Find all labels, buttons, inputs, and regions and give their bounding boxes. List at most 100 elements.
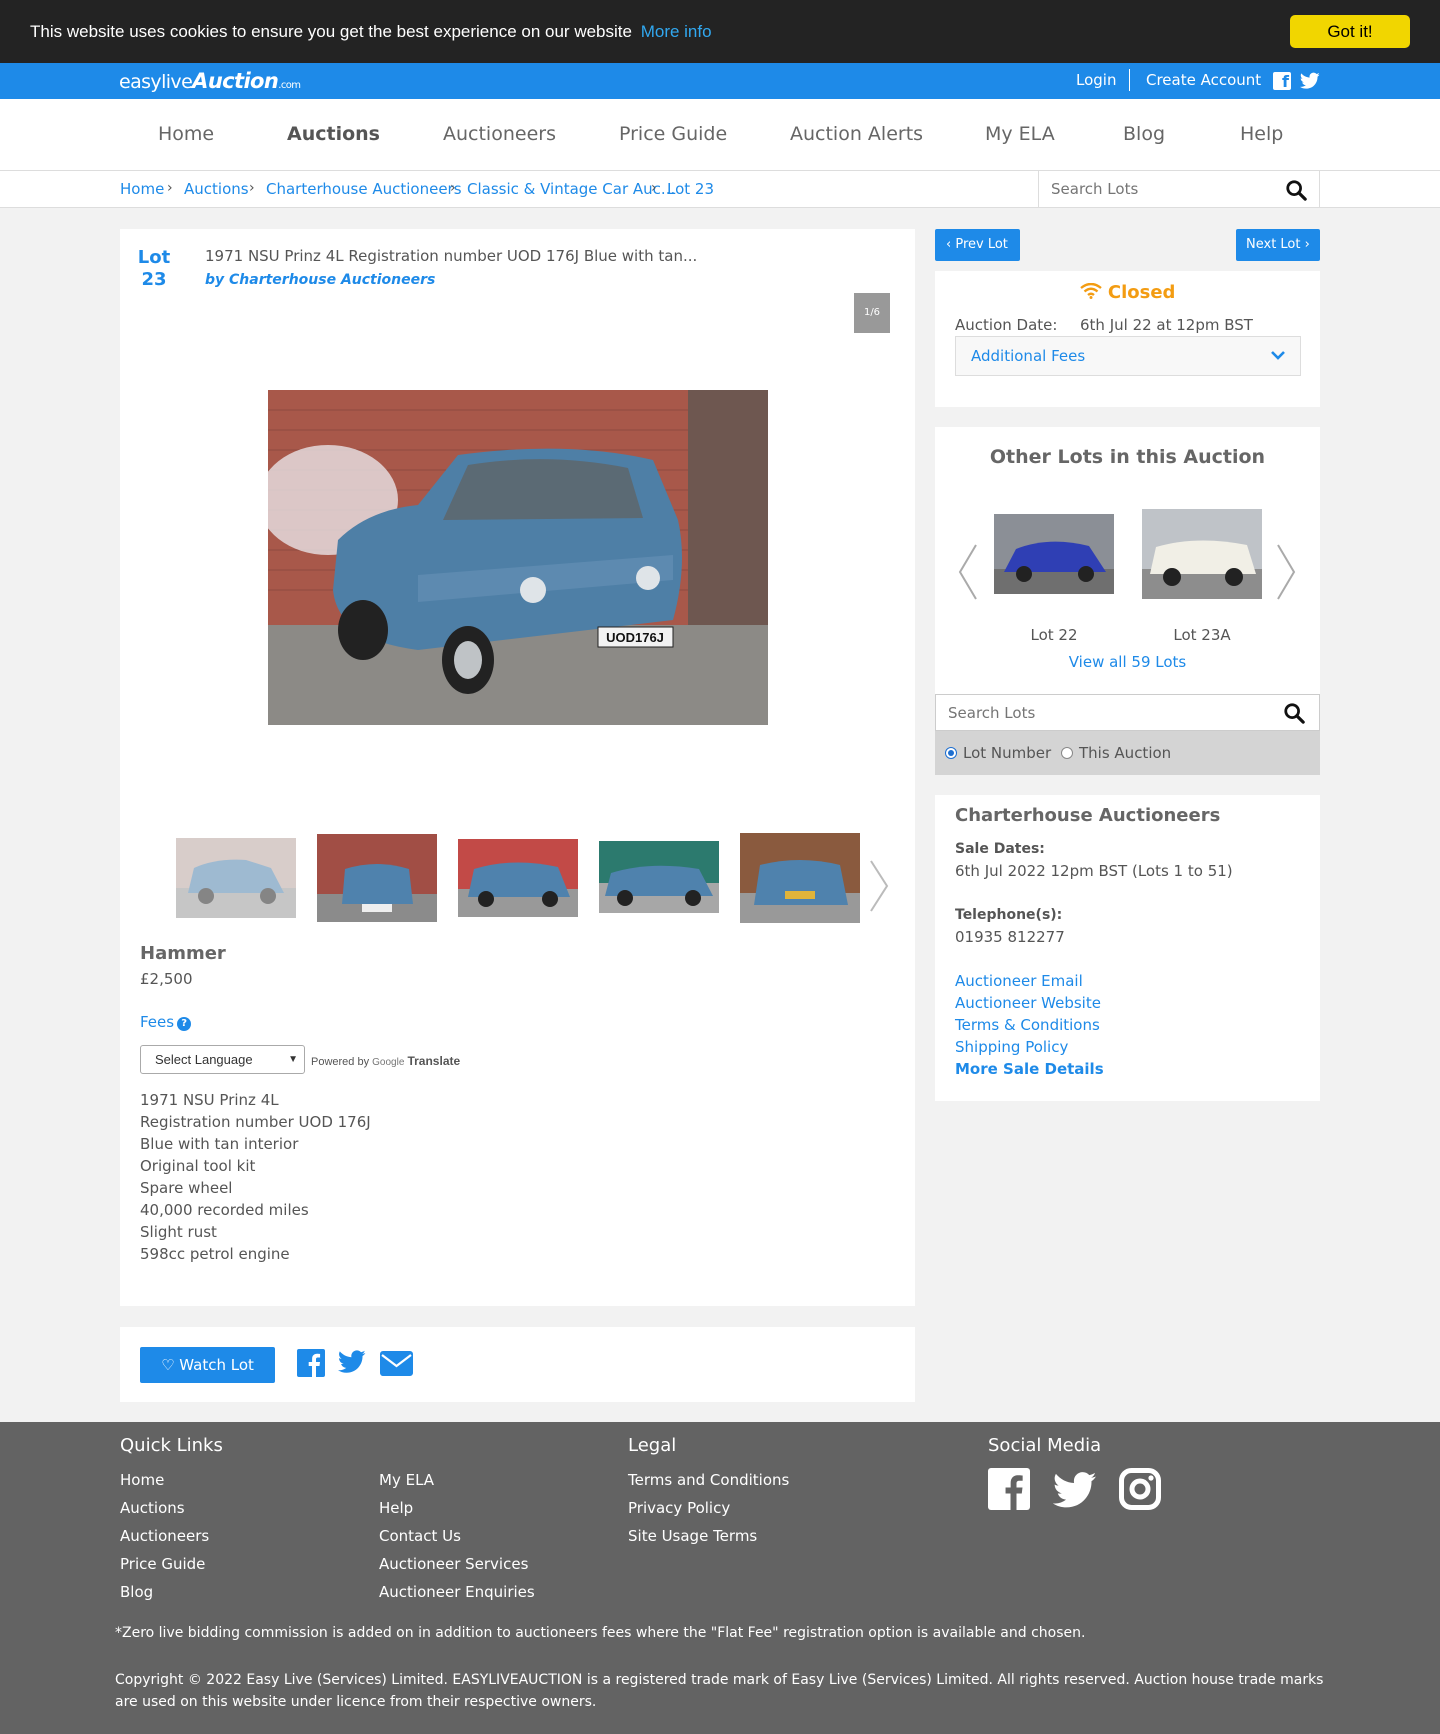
radio-this-auction[interactable]: This Auction	[1061, 744, 1171, 762]
search-icon[interactable]	[1285, 179, 1307, 201]
nav-auction-alerts[interactable]: Auction Alerts	[790, 123, 923, 145]
lot-thumbnail[interactable]	[458, 839, 578, 917]
translate-text[interactable]: Translate	[407, 1054, 460, 1068]
chevron-right-icon[interactable]	[1275, 543, 1297, 601]
footer-quick-links-title: Quick Links	[120, 1435, 223, 1456]
language-select[interactable]: Select Language ▼	[140, 1045, 305, 1074]
footer-link[interactable]: Auctioneer Services	[379, 1555, 528, 1573]
footer-commission-note: *Zero live bidding commission is added o…	[115, 1625, 1086, 1641]
nav-home[interactable]: Home	[158, 123, 214, 145]
telephone-label: Telephone(s):	[955, 907, 1063, 923]
view-all-lots-link[interactable]: View all 59 Lots	[935, 653, 1320, 671]
divider	[1129, 69, 1130, 91]
footer-link[interactable]: Auctions	[120, 1499, 185, 1517]
cookie-more-info-link[interactable]: More info	[641, 22, 712, 41]
footer-link[interactable]: My ELA	[379, 1471, 434, 1489]
site-logo[interactable]: easyliveAuction.com	[119, 69, 301, 93]
facebook-icon[interactable]: f	[1273, 72, 1291, 90]
nav-price-guide[interactable]: Price Guide	[619, 123, 727, 145]
other-lot-label[interactable]: Lot 23A	[1142, 626, 1262, 644]
instagram-icon[interactable]	[1119, 1468, 1161, 1510]
nav-auctions[interactable]: Auctions	[287, 123, 380, 145]
footer-link[interactable]: Blog	[120, 1583, 153, 1601]
radio-lot-number[interactable]: Lot Number	[945, 744, 1051, 762]
twitter-icon[interactable]	[1053, 1472, 1097, 1509]
footer-link[interactable]: Home	[120, 1471, 164, 1489]
chevron-right-icon[interactable]	[868, 859, 890, 913]
more-sale-details-link[interactable]: More Sale Details	[955, 1060, 1104, 1078]
footer-link[interactable]: Contact Us	[379, 1527, 461, 1545]
auction-date-label: Auction Date:	[955, 316, 1058, 334]
help-icon[interactable]: ?	[177, 1017, 192, 1031]
lot-thumbnail[interactable]	[176, 838, 296, 918]
logo-suffix: .com	[278, 80, 301, 91]
image-counter: 1/6	[854, 293, 890, 333]
description-line: 1971 NSU Prinz 4L	[140, 1091, 279, 1109]
other-lots-title: Other Lots in this Auction	[989, 446, 1266, 468]
hammer-label: Hammer	[140, 943, 226, 964]
additional-fees-label: Additional Fees	[971, 347, 1086, 365]
lot-main-image[interactable]: UOD176J	[268, 390, 768, 725]
nav-blog[interactable]: Blog	[1123, 123, 1165, 145]
breadcrumb-auctions[interactable]: Auctions	[184, 180, 249, 198]
other-lot-thumbnail[interactable]	[994, 514, 1114, 594]
terms-conditions-link[interactable]: Terms & Conditions	[955, 1016, 1100, 1034]
radio-button[interactable]	[945, 747, 957, 759]
breadcrumb-lot[interactable]: Lot 23	[667, 180, 714, 198]
lot-thumbnail[interactable]	[740, 833, 860, 923]
breadcrumb-auctioneer[interactable]: Charterhouse Auctioneers	[266, 180, 462, 198]
additional-fees-dropdown[interactable]: Additional Fees	[955, 336, 1301, 376]
description-line: Blue with tan interior	[140, 1135, 299, 1153]
breadcrumb-auction[interactable]: Classic & Vintage Car Auc...	[467, 180, 675, 198]
next-lot-button[interactable]: Next Lot ›	[1236, 229, 1320, 261]
footer-link[interactable]: Terms and Conditions	[628, 1471, 789, 1489]
footer-link[interactable]: Auctioneers	[120, 1527, 209, 1545]
fees-link[interactable]: Fees?	[140, 1013, 192, 1031]
footer-link[interactable]: Help	[379, 1499, 413, 1517]
other-lot-label[interactable]: Lot 22	[994, 626, 1114, 644]
facebook-icon[interactable]	[297, 1349, 325, 1377]
footer-link[interactable]: Price Guide	[120, 1555, 205, 1573]
search-icon[interactable]	[1283, 702, 1305, 724]
chevron-right-icon: ›	[1300, 237, 1310, 252]
lot-search-input[interactable]	[948, 704, 1248, 722]
chevron-right-icon: ›	[167, 180, 173, 196]
nav-help[interactable]: Help	[1240, 123, 1283, 145]
header-search-input[interactable]	[1051, 180, 1271, 198]
envelope-icon[interactable]	[380, 1351, 413, 1376]
chevron-left-icon: ‹	[946, 237, 956, 252]
chevron-right-icon: ›	[249, 180, 255, 196]
logo-bold: Auction	[192, 69, 279, 93]
twitter-icon[interactable]	[1300, 72, 1320, 90]
radio-button[interactable]	[1061, 747, 1073, 759]
cookie-accept-button[interactable]: Got it!	[1290, 15, 1410, 48]
breadcrumb-home[interactable]: Home	[120, 180, 164, 198]
chevron-left-icon[interactable]	[957, 543, 979, 601]
lot-thumbnail[interactable]	[317, 834, 437, 922]
footer-link[interactable]: Auctioneer Enquiries	[379, 1583, 535, 1601]
facebook-icon[interactable]	[988, 1468, 1030, 1510]
nav-auctioneers[interactable]: Auctioneers	[443, 123, 556, 145]
google-translate-attribution: Powered by Google Translate	[311, 1054, 460, 1068]
footer-link[interactable]: Site Usage Terms	[628, 1527, 757, 1545]
description-line: 40,000 recorded miles	[140, 1201, 309, 1219]
telephone-value: 01935 812277	[955, 928, 1065, 946]
footer: Quick Links Home Auctions Auctioneers Pr…	[0, 1422, 1440, 1734]
wifi-icon	[1079, 282, 1102, 299]
auctioneer-website-link[interactable]: Auctioneer Website	[955, 994, 1101, 1012]
watch-lot-button[interactable]: ♡ Watch Lot	[140, 1347, 275, 1383]
create-account-link[interactable]: Create Account	[1146, 71, 1261, 89]
lot-auctioneer-link[interactable]: by Charterhouse Auctioneers	[205, 272, 435, 288]
twitter-icon[interactable]	[338, 1350, 366, 1374]
lot-thumbnail[interactable]	[599, 841, 719, 913]
powered-by-text: Powered by	[311, 1056, 370, 1068]
footer-social-title: Social Media	[988, 1435, 1102, 1456]
auctioneer-email-link[interactable]: Auctioneer Email	[955, 972, 1083, 990]
login-link[interactable]: Login	[1076, 71, 1116, 89]
prev-lot-button[interactable]: ‹ Prev Lot	[935, 229, 1020, 261]
shipping-policy-link[interactable]: Shipping Policy	[955, 1038, 1068, 1056]
nav-my-ela[interactable]: My ELA	[985, 123, 1055, 145]
other-lot-thumbnail[interactable]	[1142, 509, 1262, 599]
language-select-value: Select Language	[155, 1052, 253, 1067]
footer-link[interactable]: Privacy Policy	[628, 1499, 730, 1517]
